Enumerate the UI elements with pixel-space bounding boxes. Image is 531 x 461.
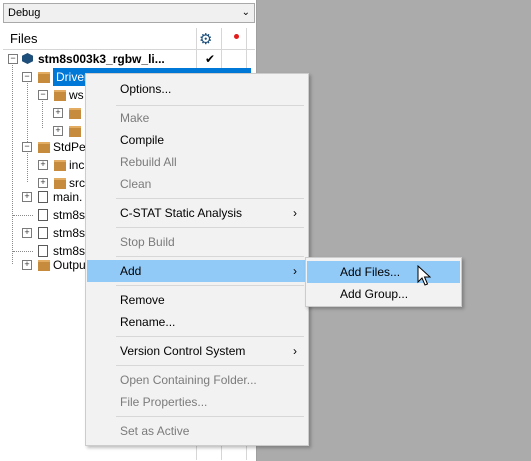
submenu-arrow-icon: ›	[293, 264, 297, 278]
menu-item-cstat[interactable]: C-STAT Static Analysis ›	[87, 202, 307, 224]
menu-item-compile[interactable]: Compile	[87, 129, 307, 151]
tree-item-label: ws	[69, 88, 84, 102]
menu-item-open-folder: Open Containing Folder...	[120, 373, 257, 387]
folder-icon	[54, 90, 66, 101]
menu-item-remove[interactable]: Remove	[87, 289, 307, 311]
c-file-icon	[38, 227, 48, 239]
menu-item-add-files[interactable]: Add Files...	[307, 261, 460, 283]
chevron-down-icon[interactable]: ⌄	[242, 4, 250, 22]
tree-item-label: stm8s	[53, 226, 86, 240]
menu-item-add-group[interactable]: Add Group...	[307, 283, 460, 305]
configuration-dropdown[interactable]: Debug ⌄	[3, 3, 255, 23]
expand-icon[interactable]: +	[22, 192, 32, 202]
expand-icon[interactable]: +	[38, 178, 48, 188]
tree-guide	[27, 150, 28, 182]
h-file-icon	[38, 245, 48, 257]
tree-guide	[12, 60, 13, 264]
collapse-icon[interactable]: −	[22, 72, 32, 82]
tree-item-label: Outpu	[53, 258, 86, 272]
folder-icon	[69, 108, 81, 119]
folder-icon	[38, 260, 50, 271]
menu-item-clean: Clean	[120, 177, 152, 191]
files-title: Files	[10, 31, 38, 46]
expand-icon[interactable]: +	[38, 160, 48, 170]
folder-icon	[69, 126, 81, 137]
tree-guide	[13, 215, 33, 216]
context-menu: Options... Make Compile Rebuild All Clea…	[85, 73, 309, 446]
menu-item-stop-build: Stop Build	[120, 235, 175, 249]
h-file-icon	[38, 209, 48, 221]
project-name: stm8s003k3_rgbw_li...	[38, 52, 165, 66]
menu-separator	[116, 416, 304, 417]
menu-separator	[116, 256, 304, 257]
menu-item-add[interactable]: Add ›	[87, 260, 307, 282]
menu-separator	[116, 227, 304, 228]
menu-separator	[116, 198, 304, 199]
collapse-icon[interactable]: −	[38, 90, 48, 100]
add-submenu: Add Files... Add Group...	[305, 257, 462, 307]
menu-separator	[116, 336, 304, 337]
mouse-pointer-icon	[417, 265, 431, 286]
menu-item-file-properties: File Properties...	[120, 395, 208, 409]
expand-icon[interactable]: +	[22, 228, 32, 238]
tree-item-label: StdPe	[53, 140, 86, 154]
tree-guide	[13, 251, 33, 252]
configuration-value: Debug	[8, 7, 41, 19]
menu-item-set-active: Set as Active	[120, 424, 190, 438]
menu-item-version-control[interactable]: Version Control System ›	[87, 340, 307, 362]
collapse-icon[interactable]: −	[22, 142, 32, 152]
submenu-arrow-icon: ›	[293, 206, 297, 220]
tree-guide	[42, 96, 43, 128]
menu-separator	[116, 105, 304, 106]
menu-item-rename[interactable]: Rename...	[87, 311, 307, 333]
tree-item-label: main.	[53, 190, 83, 204]
expand-icon[interactable]: +	[53, 126, 63, 136]
checkmark-icon: ✔	[205, 52, 216, 66]
menu-separator	[116, 365, 304, 366]
menu-item-rebuild-all: Rebuild All	[120, 155, 177, 169]
tree-guide	[27, 78, 28, 146]
folder-icon	[54, 160, 66, 171]
menu-item-make: Make	[120, 111, 150, 125]
submenu-arrow-icon: ›	[293, 344, 297, 358]
gear-icon[interactable]: ⚙	[199, 30, 212, 48]
tree-item-label: inc	[69, 158, 85, 172]
folder-icon	[38, 142, 50, 153]
expand-icon[interactable]: +	[22, 260, 32, 270]
expand-icon[interactable]: +	[53, 108, 63, 118]
tree-item-label: stm8s	[53, 208, 86, 222]
c-file-icon	[38, 191, 48, 203]
collapse-icon[interactable]: −	[8, 54, 18, 64]
project-icon	[22, 53, 33, 64]
menu-item-options[interactable]: Options...	[87, 78, 307, 100]
menu-separator	[116, 285, 304, 286]
red-dot-icon	[234, 34, 239, 39]
folder-icon	[38, 72, 50, 83]
tree-row-project[interactable]: − stm8s003k3_rgbw_li... ✔	[8, 50, 253, 68]
